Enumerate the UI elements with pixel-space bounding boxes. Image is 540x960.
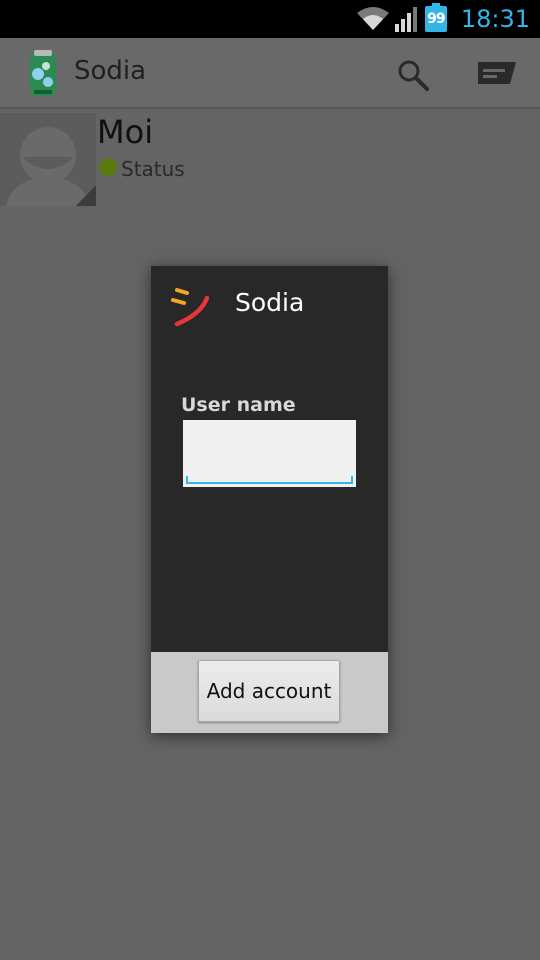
dialog-footer: Add account: [151, 652, 388, 733]
search-icon[interactable]: [396, 58, 430, 92]
username-input[interactable]: [183, 420, 356, 487]
battery-icon: 99: [424, 3, 447, 32]
sodia-logo-icon: [169, 284, 213, 328]
app-logo-icon[interactable]: [26, 50, 60, 98]
action-bar: Sodia: [0, 38, 540, 109]
username-label: User name: [181, 394, 296, 416]
wifi-icon: [356, 7, 389, 31]
app-title: Sodia: [74, 56, 147, 86]
status-indicator: [99, 158, 117, 176]
compose-icon[interactable]: [476, 60, 518, 90]
avatar[interactable]: [0, 113, 96, 206]
dialog-title: Sodia: [235, 288, 305, 317]
profile-name: Moi: [97, 113, 154, 151]
battery-level: 99: [427, 11, 445, 27]
status-bar: 99 18:31: [0, 0, 540, 38]
clock: 18:31: [460, 5, 530, 33]
status-text[interactable]: Status: [121, 157, 185, 181]
signal-icon: [394, 6, 419, 32]
add-account-dialog: Sodia User name Add account: [151, 266, 388, 733]
add-account-button[interactable]: Add account: [198, 660, 340, 722]
